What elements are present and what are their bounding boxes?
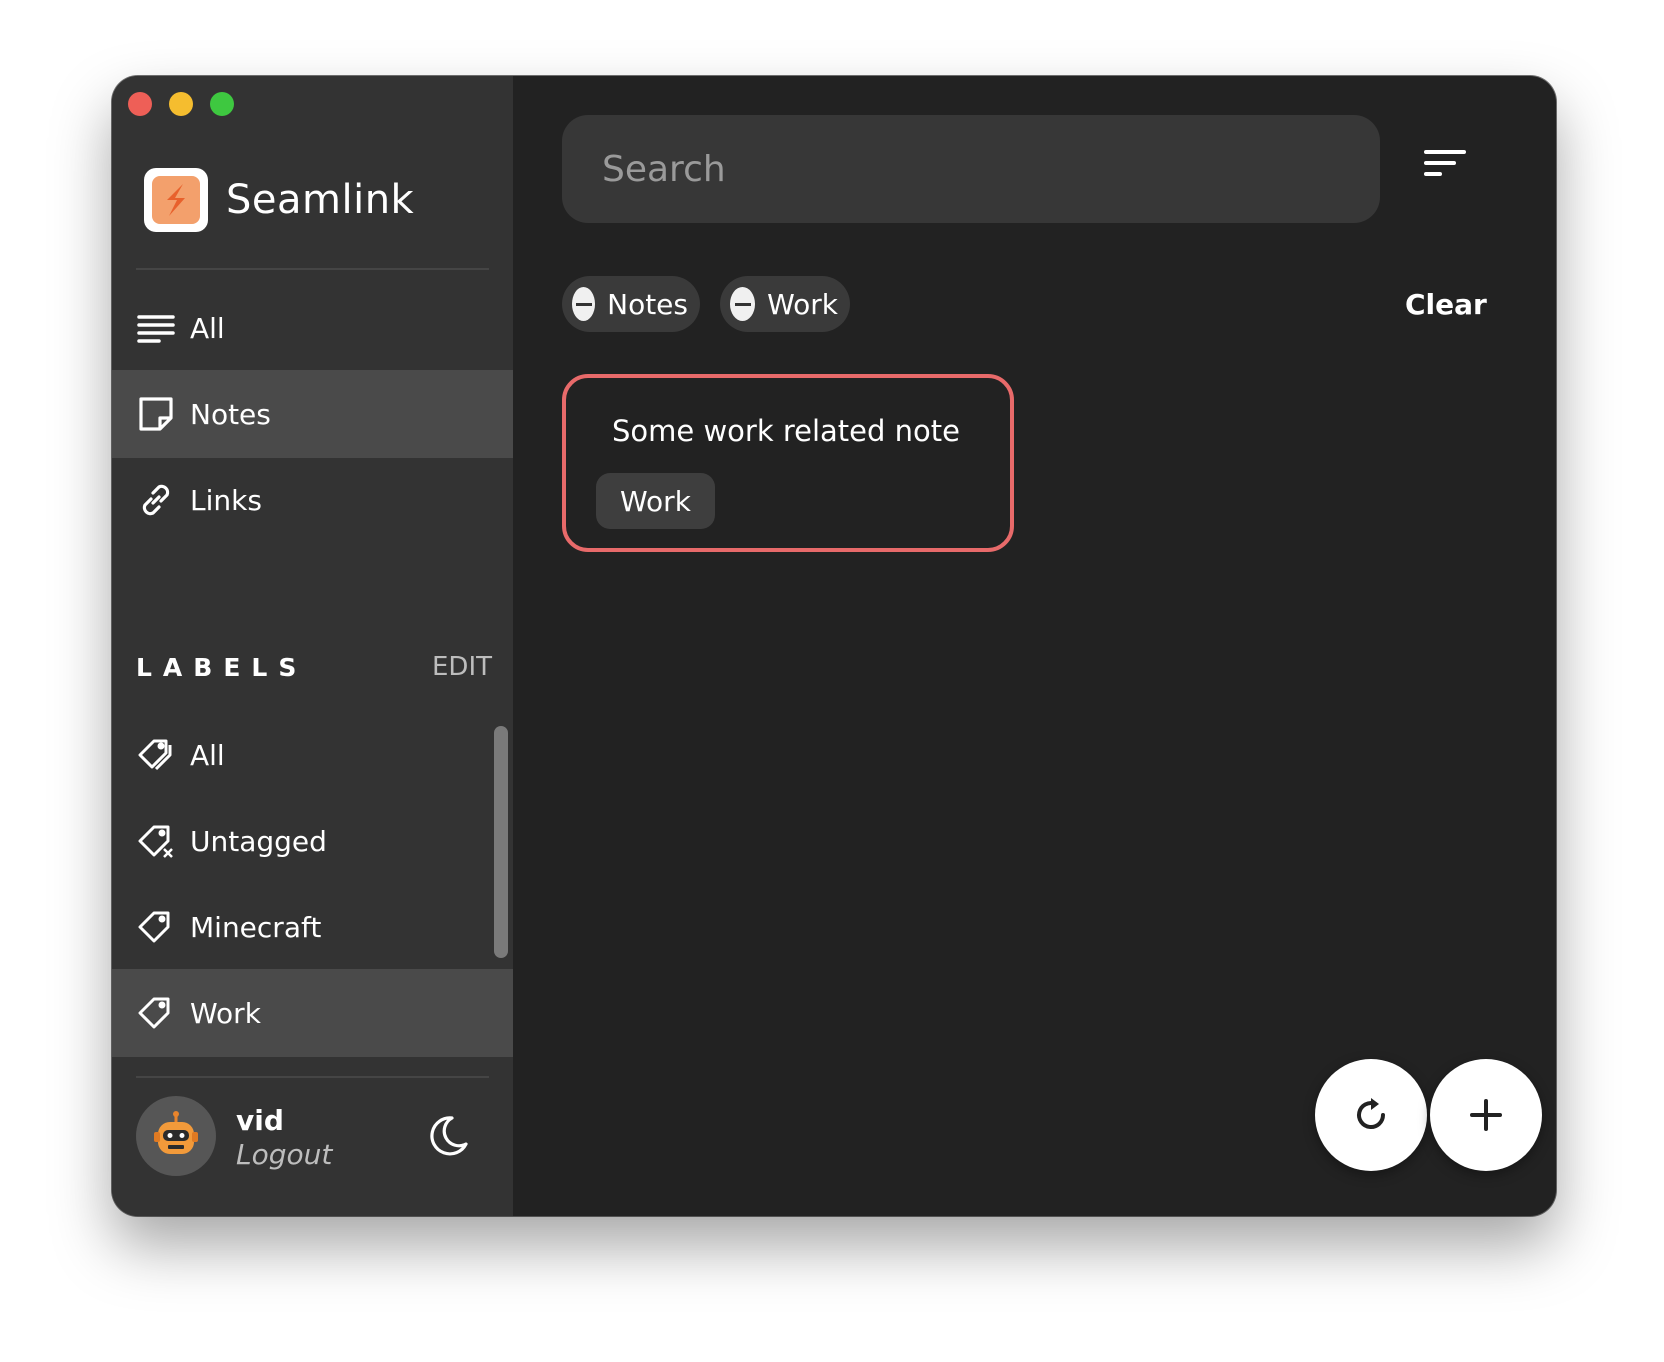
moon-icon[interactable] <box>426 1114 470 1158</box>
filter-chip-notes[interactable]: Notes <box>562 276 700 332</box>
minimize-window-button[interactable] <box>169 92 193 116</box>
filter-chip-work[interactable]: Work <box>720 276 850 332</box>
user-name: vid <box>236 1104 284 1137</box>
sidebar-label-all[interactable]: All <box>112 711 513 799</box>
sidebar-label-work[interactable]: Work <box>112 969 513 1057</box>
user-panel: vid Logout <box>136 1096 496 1196</box>
sidebar-item-all[interactable]: All <box>112 284 513 372</box>
sidebar-item-label: Work <box>190 996 261 1030</box>
search-input[interactable] <box>562 115 1380 223</box>
sidebar-divider <box>136 268 489 270</box>
refresh-icon <box>1357 1098 1385 1129</box>
close-window-button[interactable] <box>128 92 152 116</box>
sidebar: Seamlink All Notes Links LABELS EDIT All… <box>112 76 513 1216</box>
tag-icon <box>136 993 176 1033</box>
sidebar-item-notes[interactable]: Notes <box>112 370 513 458</box>
app-window: Seamlink All Notes Links LABELS EDIT All… <box>112 76 1556 1216</box>
add-button[interactable] <box>1430 1059 1542 1171</box>
remove-filter-icon[interactable] <box>572 287 596 321</box>
plus-icon <box>1470 1099 1502 1131</box>
filter-chip-label: Notes <box>607 287 688 321</box>
clear-filters-button[interactable]: Clear <box>1405 288 1487 321</box>
app-logo-icon <box>144 168 208 232</box>
note-icon <box>136 394 176 434</box>
refresh-button[interactable] <box>1315 1059 1427 1171</box>
sidebar-item-label: Links <box>190 483 262 517</box>
avatar[interactable] <box>136 1096 216 1176</box>
labels-title: LABELS <box>136 652 308 682</box>
app-name: Seamlink <box>226 177 415 223</box>
sidebar-item-label: All <box>190 738 225 772</box>
sidebar-scrollbar[interactable] <box>494 726 508 958</box>
sidebar-item-label: All <box>190 311 225 345</box>
note-card[interactable]: Some work related note Work <box>562 374 1014 552</box>
labels-edit-button[interactable]: EDIT <box>432 652 492 682</box>
sidebar-label-minecraft[interactable]: Minecraft <box>112 883 513 971</box>
note-tag[interactable]: Work <box>596 473 715 529</box>
link-icon <box>136 480 176 520</box>
main-panel: Notes Work Clear Some work related note … <box>513 76 1556 1216</box>
remove-filter-icon[interactable] <box>730 287 756 321</box>
sidebar-item-links[interactable]: Links <box>112 456 513 544</box>
window-controls <box>128 92 234 116</box>
note-title: Some work related note <box>612 414 960 448</box>
logout-link[interactable]: Logout <box>236 1138 332 1171</box>
zoom-window-button[interactable] <box>210 92 234 116</box>
tag-untagged-icon <box>136 821 176 861</box>
sidebar-label-untagged[interactable]: Untagged <box>112 797 513 885</box>
tag-icon <box>136 907 176 947</box>
labels-header: LABELS EDIT <box>136 652 492 682</box>
sidebar-divider <box>136 1076 489 1078</box>
tags-icon <box>136 735 176 775</box>
sidebar-item-label: Minecraft <box>190 910 322 944</box>
sort-icon[interactable] <box>1423 148 1467 192</box>
brand: Seamlink <box>144 168 414 232</box>
sidebar-item-label: Untagged <box>190 824 327 858</box>
filter-chip-label: Work <box>767 287 838 321</box>
list-icon <box>136 308 176 348</box>
sidebar-item-label: Notes <box>190 397 271 431</box>
